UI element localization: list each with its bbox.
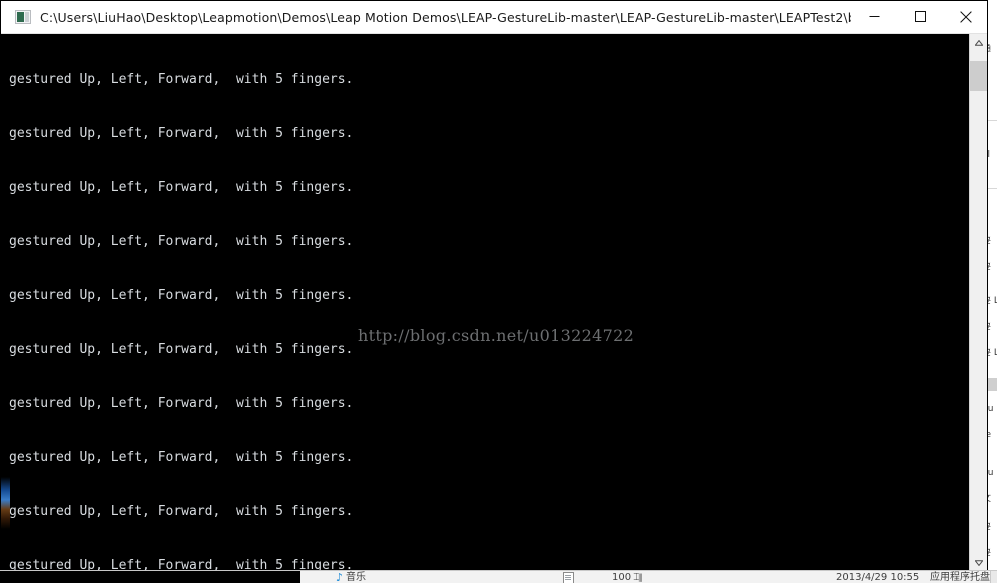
console-line: gestured Up, Left, Forward, with 5 finge…	[9, 450, 354, 465]
window-controls	[851, 1, 987, 34]
close-button[interactable]	[943, 1, 987, 33]
signal-bars-icon: ⌶⦀	[631, 572, 642, 583]
console-line: gestured Up, Left, Forward, with 5 finge…	[9, 288, 354, 303]
screen: 通 el 要 要 要 L 要 要 L gu re gu 文 要 要 C:\Use…	[0, 0, 997, 583]
scroll-up-arrow-icon[interactable]	[970, 34, 987, 51]
console-output-area[interactable]: gestured Up, Left, Forward, with 5 finge…	[1, 34, 987, 571]
maximize-button[interactable]	[897, 1, 943, 33]
taskbar-item-music[interactable]: ♪ 音乐	[336, 571, 366, 583]
taskbar-item-document[interactable]	[563, 571, 574, 583]
document-icon	[563, 571, 574, 583]
taskbar-tray-label[interactable]: 应用程序托盘	[930, 571, 990, 583]
scrollbar-thumb[interactable]	[970, 61, 987, 91]
console-line: gestured Up, Left, Forward, with 5 finge…	[9, 504, 354, 519]
console-line: gestured Up, Left, Forward, with 5 finge…	[9, 72, 354, 87]
volume-value: 100	[612, 572, 632, 583]
console-line: gestured Up, Left, Forward, with 5 finge…	[9, 558, 354, 571]
clock-text: 2013/4/29 10:55	[836, 572, 920, 583]
show-desktop-button[interactable]	[990, 571, 997, 583]
console-icon	[15, 10, 31, 24]
console-line: gestured Up, Left, Forward, with 5 finge…	[9, 342, 354, 357]
taskbar-dark-region	[0, 571, 300, 583]
watermark-text: http://blog.csdn.net/u013224722	[358, 326, 635, 345]
console-line: gestured Up, Left, Forward, with 5 finge…	[9, 126, 354, 141]
console-line: gestured Up, Left, Forward, with 5 finge…	[9, 396, 354, 411]
console-line: gestured Up, Left, Forward, with 5 finge…	[9, 180, 354, 195]
taskbar[interactable]: ♪ 音乐 100 ⌶⦀ 2013/4/29 10:55 应用程序托盘	[0, 570, 997, 583]
title-bar[interactable]: C:\Users\LiuHao\Desktop\Leapmotion\Demos…	[1, 1, 987, 34]
music-note-icon: ♪	[336, 571, 344, 583]
taskbar-clock[interactable]: 2013/4/29 10:55	[836, 571, 919, 583]
console-line: gestured Up, Left, Forward, with 5 finge…	[9, 234, 354, 249]
volume-indicator[interactable]: 100 ⌶⦀	[612, 571, 642, 583]
vertical-scrollbar[interactable]	[969, 34, 987, 570]
console-text: gestured Up, Left, Forward, with 5 finge…	[9, 35, 361, 571]
taskbar-music-label: 音乐	[346, 572, 367, 583]
scrollbar-track[interactable]	[970, 51, 987, 554]
minimize-button[interactable]	[851, 1, 897, 33]
scroll-down-arrow-icon[interactable]	[970, 554, 987, 570]
window-title: C:\Users\LiuHao\Desktop\Leapmotion\Demos…	[40, 9, 851, 25]
console-window: C:\Users\LiuHao\Desktop\Leapmotion\Demos…	[0, 0, 988, 571]
tray-label-text: 应用程序托盘	[930, 572, 990, 583]
